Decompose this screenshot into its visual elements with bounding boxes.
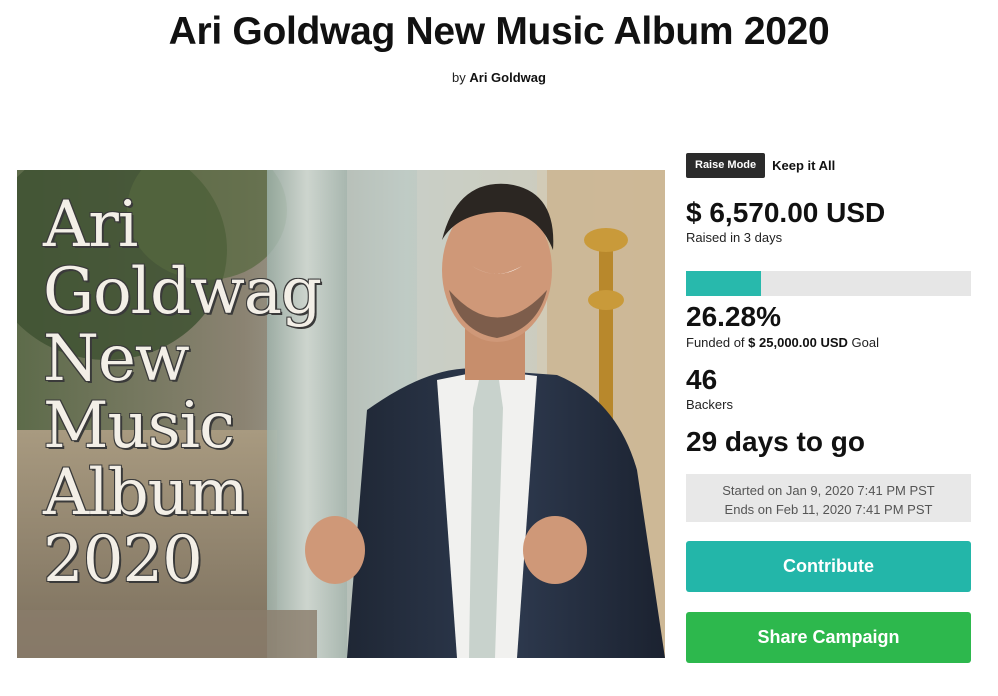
byline-prefix: by: [452, 70, 466, 85]
hero-text-line: Album: [43, 456, 249, 530]
funding-goal: Funded of $ 25,000.00 USD Goal: [686, 335, 971, 350]
share-campaign-button[interactable]: Share Campaign: [686, 612, 971, 663]
goal-amount: $ 25,000.00 USD: [748, 335, 848, 350]
funded-percent: 26.28%: [686, 301, 781, 332]
contribute-button[interactable]: Contribute: [686, 541, 971, 592]
hero-text-line: Ari: [43, 188, 138, 262]
backers-label: Backers: [686, 397, 733, 412]
campaign-title: Ari Goldwag New Music Album 2020: [168, 10, 830, 53]
byline: by Ari Goldwag: [0, 70, 998, 85]
hero-text-line: 2020: [43, 523, 203, 597]
raise-mode-row: Raise Mode Keep it All: [686, 152, 971, 178]
campaign-image: Ari Goldwag New Music Album 2020: [17, 170, 665, 658]
start-date: Started on Jan 9, 2020 7:41 PM PST: [722, 483, 935, 498]
end-date: Ends on Feb 11, 2020 7:41 PM PST: [724, 502, 933, 517]
hero-text-line: New: [43, 322, 190, 396]
funding-progress-bar: [686, 271, 971, 296]
goal-suffix: Goal: [851, 335, 879, 350]
campaign-stats-panel: Raise Mode Keep it All $ 6,570.00 USD Ra…: [686, 152, 971, 663]
raised-period: Raised in 3 days: [686, 230, 783, 245]
raised-amount: $ 6,570.00 USD: [686, 197, 886, 228]
campaign-dates: Started on Jan 9, 2020 7:41 PM PST Ends …: [686, 474, 971, 522]
goal-prefix: Funded of: [686, 335, 745, 350]
days-to-go: 29 days to go: [686, 426, 865, 457]
funding-progress-fill: [686, 271, 761, 296]
raise-mode-badge: Raise Mode: [686, 152, 766, 178]
raise-mode-value: Keep it All: [772, 157, 836, 173]
hero-overlay-text: Ari Goldwag New Music Album 2020: [43, 188, 322, 597]
hero-text-line: Music: [43, 389, 235, 463]
author-link[interactable]: Ari Goldwag: [469, 70, 546, 85]
hero-text-line: Goldwag: [43, 255, 322, 329]
backers-count: 46: [686, 364, 718, 395]
